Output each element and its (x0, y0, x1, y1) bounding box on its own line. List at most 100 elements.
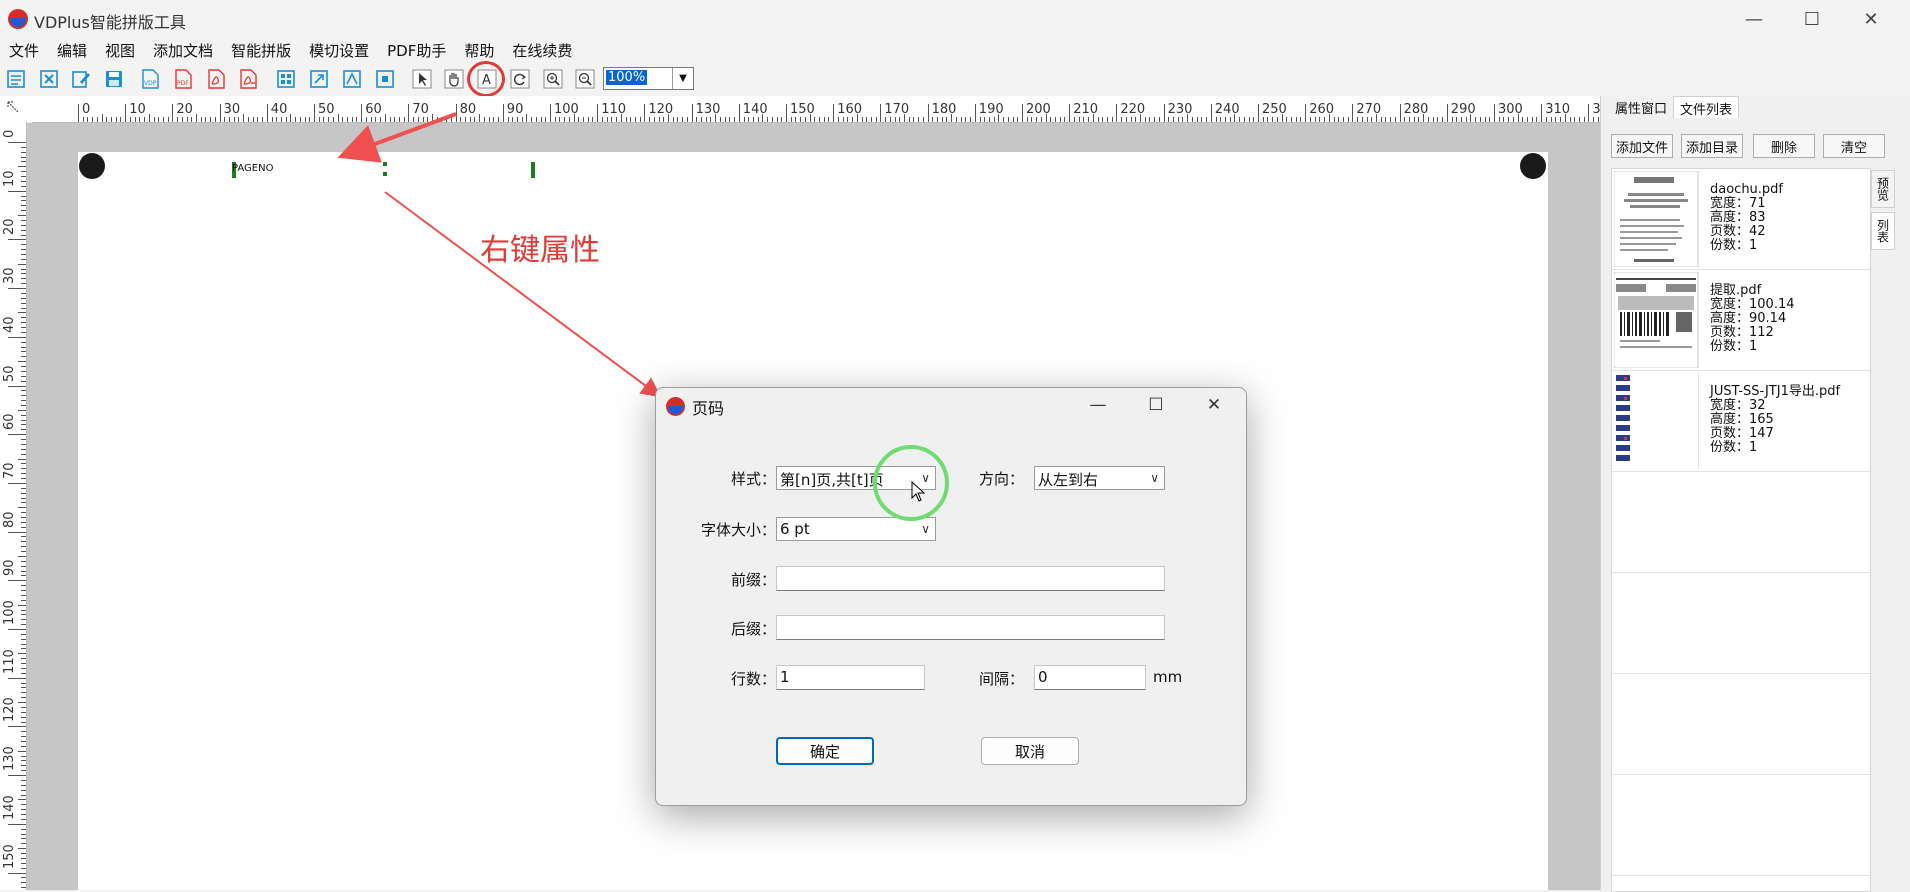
file-pages: 页数：112 (1710, 325, 1774, 340)
list-item[interactable]: 提取.pdf 宽度：100.14 高度：90.14 页数：112 份数：1 (1612, 270, 1870, 371)
selection-handle[interactable] (383, 172, 387, 176)
dialog-maximize-button[interactable]: ☐ (1134, 390, 1178, 420)
suffix-input[interactable] (776, 615, 1165, 640)
chevron-down-icon[interactable]: ▼ (672, 68, 693, 89)
zoom-in-icon[interactable] (541, 67, 565, 91)
ruler-minor-tick (21, 283, 26, 285)
direction-select[interactable]: 从左到右 ∨ (1034, 466, 1165, 490)
select-icon[interactable] (410, 67, 434, 91)
new-icon[interactable] (4, 67, 28, 91)
menu-view[interactable]: 视图 (96, 38, 144, 62)
ruler-minor-tick (1555, 117, 1557, 122)
menu-renew[interactable]: 在线续费 (503, 38, 581, 62)
ruler-minor-tick (875, 117, 877, 122)
ruler-tick (738, 104, 740, 122)
rows-input[interactable]: 1 (776, 665, 925, 690)
ruler-minor-tick (21, 516, 26, 518)
ruler-minor-tick (21, 687, 26, 689)
ruler-minor-tick (318, 117, 320, 122)
delete-button[interactable]: 删除 (1753, 134, 1815, 158)
ruler-minor-tick (139, 117, 141, 122)
list-item[interactable]: daochu.pdf 宽度：71 高度：83 页数：42 份数：1 (1612, 169, 1870, 270)
zoom-out-icon[interactable] (573, 67, 597, 91)
list-item[interactable] (1612, 674, 1870, 775)
ruler-minor-tick (1479, 117, 1481, 122)
clear-button[interactable]: 清空 (1823, 134, 1885, 158)
ruler-minor-tick (21, 784, 26, 786)
ruler-minor-tick (540, 117, 542, 122)
ruler-minor-tick (1437, 117, 1439, 122)
acrobat-icon[interactable] (204, 67, 228, 91)
menu-help[interactable]: 帮助 (455, 38, 503, 62)
tab-file-list[interactable]: 文件列表 (1673, 96, 1740, 118)
add-file-button[interactable]: 添加文件 (1611, 134, 1673, 158)
ruler-minor-tick (568, 117, 570, 122)
vdp-icon[interactable]: VDP (138, 67, 162, 91)
import-icon[interactable] (307, 67, 331, 91)
close-button[interactable]: ✕ (1848, 4, 1894, 34)
menu-smart-imposition[interactable]: 智能拼版 (222, 38, 300, 62)
ruler-label: 150 (2, 843, 17, 869)
ruler-minor-tick (710, 117, 712, 122)
list-item[interactable] (1612, 775, 1870, 876)
ruler-tick (1022, 104, 1023, 122)
save-icon[interactable] (102, 67, 126, 91)
minimize-button[interactable]: — (1731, 4, 1777, 34)
zoom-select[interactable]: 100% ▼ (603, 67, 694, 90)
ruler-tick (8, 823, 26, 825)
menu-file[interactable]: 文件 (0, 38, 48, 62)
ruler-minor-tick (1276, 117, 1278, 122)
prefix-input[interactable] (776, 566, 1165, 591)
menu-pdf-assistant[interactable]: PDF助手 (378, 38, 455, 62)
ruler-minor-tick (252, 117, 254, 122)
acrobat-export-icon[interactable] (236, 67, 260, 91)
ruler-minor-tick (21, 643, 26, 645)
hand-icon[interactable] (442, 67, 466, 91)
side-tab-preview[interactable]: 预览 (1871, 170, 1895, 208)
selection-handle[interactable] (383, 162, 387, 166)
ok-button[interactable]: 确定 (776, 737, 874, 765)
close-doc-icon[interactable] (37, 67, 61, 91)
ruler-minor-tick (479, 114, 481, 122)
rotate-icon[interactable] (508, 67, 532, 91)
fit-icon[interactable] (373, 67, 397, 91)
add-folder-button[interactable]: 添加目录 (1681, 134, 1743, 158)
ruler-minor-tick (21, 453, 26, 455)
ruler-minor-tick (1484, 117, 1486, 122)
menu-die-cut[interactable]: 模切设置 (300, 38, 378, 62)
pageno-field[interactable]: PAGENO (232, 163, 273, 174)
side-tab-list[interactable]: 列表 (1871, 212, 1895, 250)
ruler-minor-tick (1130, 117, 1132, 122)
gap-input[interactable]: 0 (1034, 665, 1146, 690)
list-item[interactable] (1612, 573, 1870, 674)
ruler-tick (8, 239, 26, 241)
path-icon[interactable] (340, 67, 364, 91)
ruler-minor-tick (21, 814, 26, 816)
dialog-minimize-button[interactable]: — (1076, 390, 1120, 420)
file-height: 高度：90.14 (1710, 311, 1787, 326)
list-item[interactable] (1612, 472, 1870, 573)
ruler-minor-tick (446, 117, 448, 122)
ruler-tick (1305, 104, 1307, 122)
menu-edit[interactable]: 编辑 (48, 38, 96, 62)
tab-properties[interactable]: 属性窗口 (1609, 96, 1674, 118)
ruler-minor-tick (1253, 117, 1255, 122)
cancel-button[interactable]: 取消 (981, 737, 1079, 765)
ruler-minor-tick (120, 117, 122, 122)
ruler-label: 120 (648, 102, 674, 117)
list-item[interactable]: JUST-SS-JTJ1导出.pdf 宽度：32 高度：165 页数：147 份… (1612, 371, 1870, 472)
ruler-minor-tick (18, 702, 26, 704)
dialog-close-button[interactable]: ✕ (1192, 390, 1236, 420)
selection-handle[interactable] (531, 162, 535, 178)
ruler-minor-tick (394, 117, 396, 122)
ruler-minor-tick (403, 117, 405, 122)
ruler-minor-tick (1347, 117, 1349, 122)
menu-add-document[interactable]: 添加文档 (144, 38, 222, 62)
edit-icon[interactable] (69, 67, 93, 91)
ruler-minor-tick (1527, 117, 1529, 122)
layout-icon[interactable] (274, 67, 298, 91)
annotation-label: 右键属性 (480, 233, 600, 268)
maximize-button[interactable]: ☐ (1789, 4, 1835, 34)
pdf-icon[interactable]: PDF (171, 67, 195, 91)
ruler-minor-tick (21, 185, 26, 187)
